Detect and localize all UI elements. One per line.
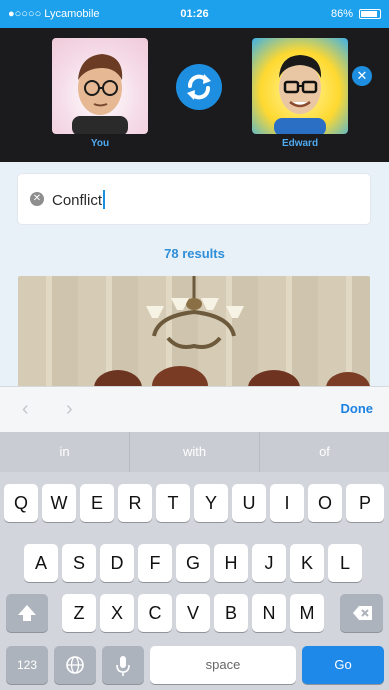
refresh-icon — [187, 74, 211, 100]
key-n[interactable]: N — [252, 594, 286, 632]
next-field-icon[interactable]: › — [66, 399, 73, 419]
backspace-key[interactable] — [340, 594, 383, 632]
key-l[interactable]: L — [328, 544, 362, 582]
globe-icon — [66, 656, 84, 674]
key-m[interactable]: M — [290, 594, 324, 632]
search-value: Conflict — [52, 192, 103, 209]
key-a[interactable]: A — [24, 544, 58, 582]
prediction-item[interactable]: with — [130, 432, 260, 472]
key-z[interactable]: Z — [62, 594, 96, 632]
key-row-4: 123 space Go — [0, 646, 389, 684]
key-x[interactable]: X — [100, 594, 134, 632]
previous-field-icon[interactable]: ‹ — [22, 399, 29, 419]
swap-button[interactable] — [176, 64, 222, 110]
keyboard-accessory-bar: ‹ › Done — [0, 386, 389, 432]
key-g[interactable]: G — [176, 544, 210, 582]
search-area: ✕ Conflict — [0, 162, 389, 236]
battery-percent: 86% — [330, 8, 353, 20]
key-b[interactable]: B — [214, 594, 248, 632]
key-r[interactable]: R — [118, 484, 152, 522]
edward-label: Edward — [281, 138, 319, 149]
shift-key[interactable] — [6, 594, 48, 632]
key-d[interactable]: D — [100, 544, 134, 582]
chandelier-scene-image — [94, 276, 370, 388]
key-s[interactable]: S — [62, 544, 96, 582]
close-icon: ✕ — [356, 68, 368, 83]
space-key[interactable]: space — [150, 646, 296, 684]
key-w[interactable]: W — [42, 484, 76, 522]
key-c[interactable]: C — [138, 594, 172, 632]
avatar-edward[interactable] — [252, 38, 348, 134]
key-j[interactable]: J — [252, 544, 286, 582]
keyboard: in with of Q W E R T Y U I O P A S D F G… — [0, 432, 389, 690]
friendmoji-header: You Edward ✕ — [0, 28, 389, 162]
clear-search-icon[interactable]: ✕ — [30, 192, 44, 206]
dictation-key[interactable] — [102, 646, 144, 684]
bitmoji-you-icon — [72, 54, 128, 134]
shift-icon — [18, 605, 36, 621]
key-row-3: Z X C V B N M — [0, 594, 389, 632]
key-p[interactable]: P — [346, 484, 384, 522]
key-q[interactable]: Q — [4, 484, 38, 522]
status-right: 86% — [331, 8, 381, 20]
prediction-item[interactable]: of — [260, 432, 389, 472]
backspace-icon — [353, 606, 372, 620]
key-u[interactable]: U — [232, 484, 266, 522]
status-bar: ●○○○○ Lycamobile 01:26 86% — [0, 0, 389, 28]
results-count: 78 results — [164, 246, 225, 261]
numbers-key[interactable]: 123 — [6, 646, 48, 684]
close-button[interactable]: ✕ — [352, 66, 372, 86]
go-key[interactable]: Go — [302, 646, 384, 684]
key-v[interactable]: V — [176, 594, 210, 632]
microphone-icon — [116, 656, 130, 676]
predictive-bar: in with of — [0, 432, 389, 472]
key-h[interactable]: H — [214, 544, 248, 582]
key-t[interactable]: T — [156, 484, 190, 522]
bitmoji-edward-icon — [274, 55, 326, 134]
result-preview[interactable] — [18, 276, 370, 388]
key-e[interactable]: E — [80, 484, 114, 522]
globe-key[interactable] — [54, 646, 96, 684]
you-label: You — [90, 138, 110, 149]
prediction-item[interactable]: in — [0, 432, 130, 472]
avatar-you[interactable] — [52, 38, 148, 134]
text-caret — [103, 190, 106, 209]
battery-icon — [359, 9, 381, 19]
key-k[interactable]: K — [290, 544, 324, 582]
key-row-1: Q W E R T Y U I O P — [0, 484, 389, 522]
search-input[interactable]: ✕ Conflict — [18, 174, 370, 224]
key-y[interactable]: Y — [194, 484, 228, 522]
key-o[interactable]: O — [308, 484, 342, 522]
key-row-2: A S D F G H J K L — [0, 544, 389, 582]
done-button[interactable]: Done — [341, 401, 374, 416]
search-text: Conflict — [52, 190, 106, 209]
key-i[interactable]: I — [270, 484, 304, 522]
key-f[interactable]: F — [138, 544, 172, 582]
